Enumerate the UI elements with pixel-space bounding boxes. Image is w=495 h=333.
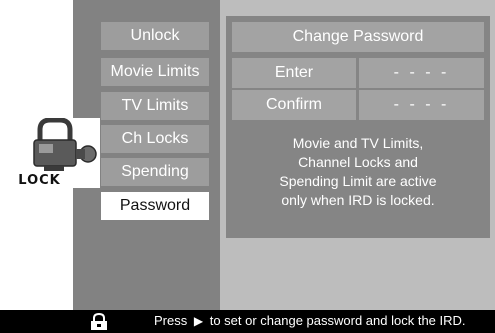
enter-row[interactable]: Enter - - - - [232,58,484,88]
play-arrow-icon: ▶ [193,314,204,328]
footer-hint: Press ▶ to set or change password and lo… [154,313,466,328]
info-line: only when IRD is locked. [281,192,435,208]
confirm-password-field[interactable]: - - - - [359,90,484,120]
menu-item-password[interactable]: Password [101,192,209,220]
enter-password-field[interactable]: - - - - [359,58,484,88]
enter-label: Enter [232,58,356,88]
footer-hint-suffix: to set or change password and lock the I… [209,313,466,328]
info-text: Movie and TV Limits, Channel Locks and S… [240,134,476,210]
info-line: Movie and TV Limits, [292,135,424,151]
lock-menu-screen: LOCK Unlock Movie Limits TV Limits Ch Lo… [0,0,495,333]
info-line: Channel Locks and [298,154,418,170]
menu-item-movie-limits[interactable]: Movie Limits [101,58,209,86]
footer-hint-prefix: Press [154,313,188,328]
confirm-row[interactable]: Confirm - - - - [232,90,484,120]
confirm-label: Confirm [232,90,356,120]
dialog-title: Change Password [232,22,484,52]
menu-item-tv-limits[interactable]: TV Limits [101,92,209,120]
change-password-dialog: Change Password Enter - - - - Confirm - … [226,16,490,238]
menu-item-spending[interactable]: Spending [101,158,209,186]
menu-item-unlock[interactable]: Unlock [101,22,209,50]
info-line: Spending Limit are active [279,173,437,189]
lock-badge: LOCK [12,118,100,188]
lock-label: LOCK [18,173,61,188]
menu-item-ch-locks[interactable]: Ch Locks [101,125,209,153]
footer-bar: Press ▶ to set or change password and lo… [0,310,495,333]
padlock-icon [91,313,107,330]
